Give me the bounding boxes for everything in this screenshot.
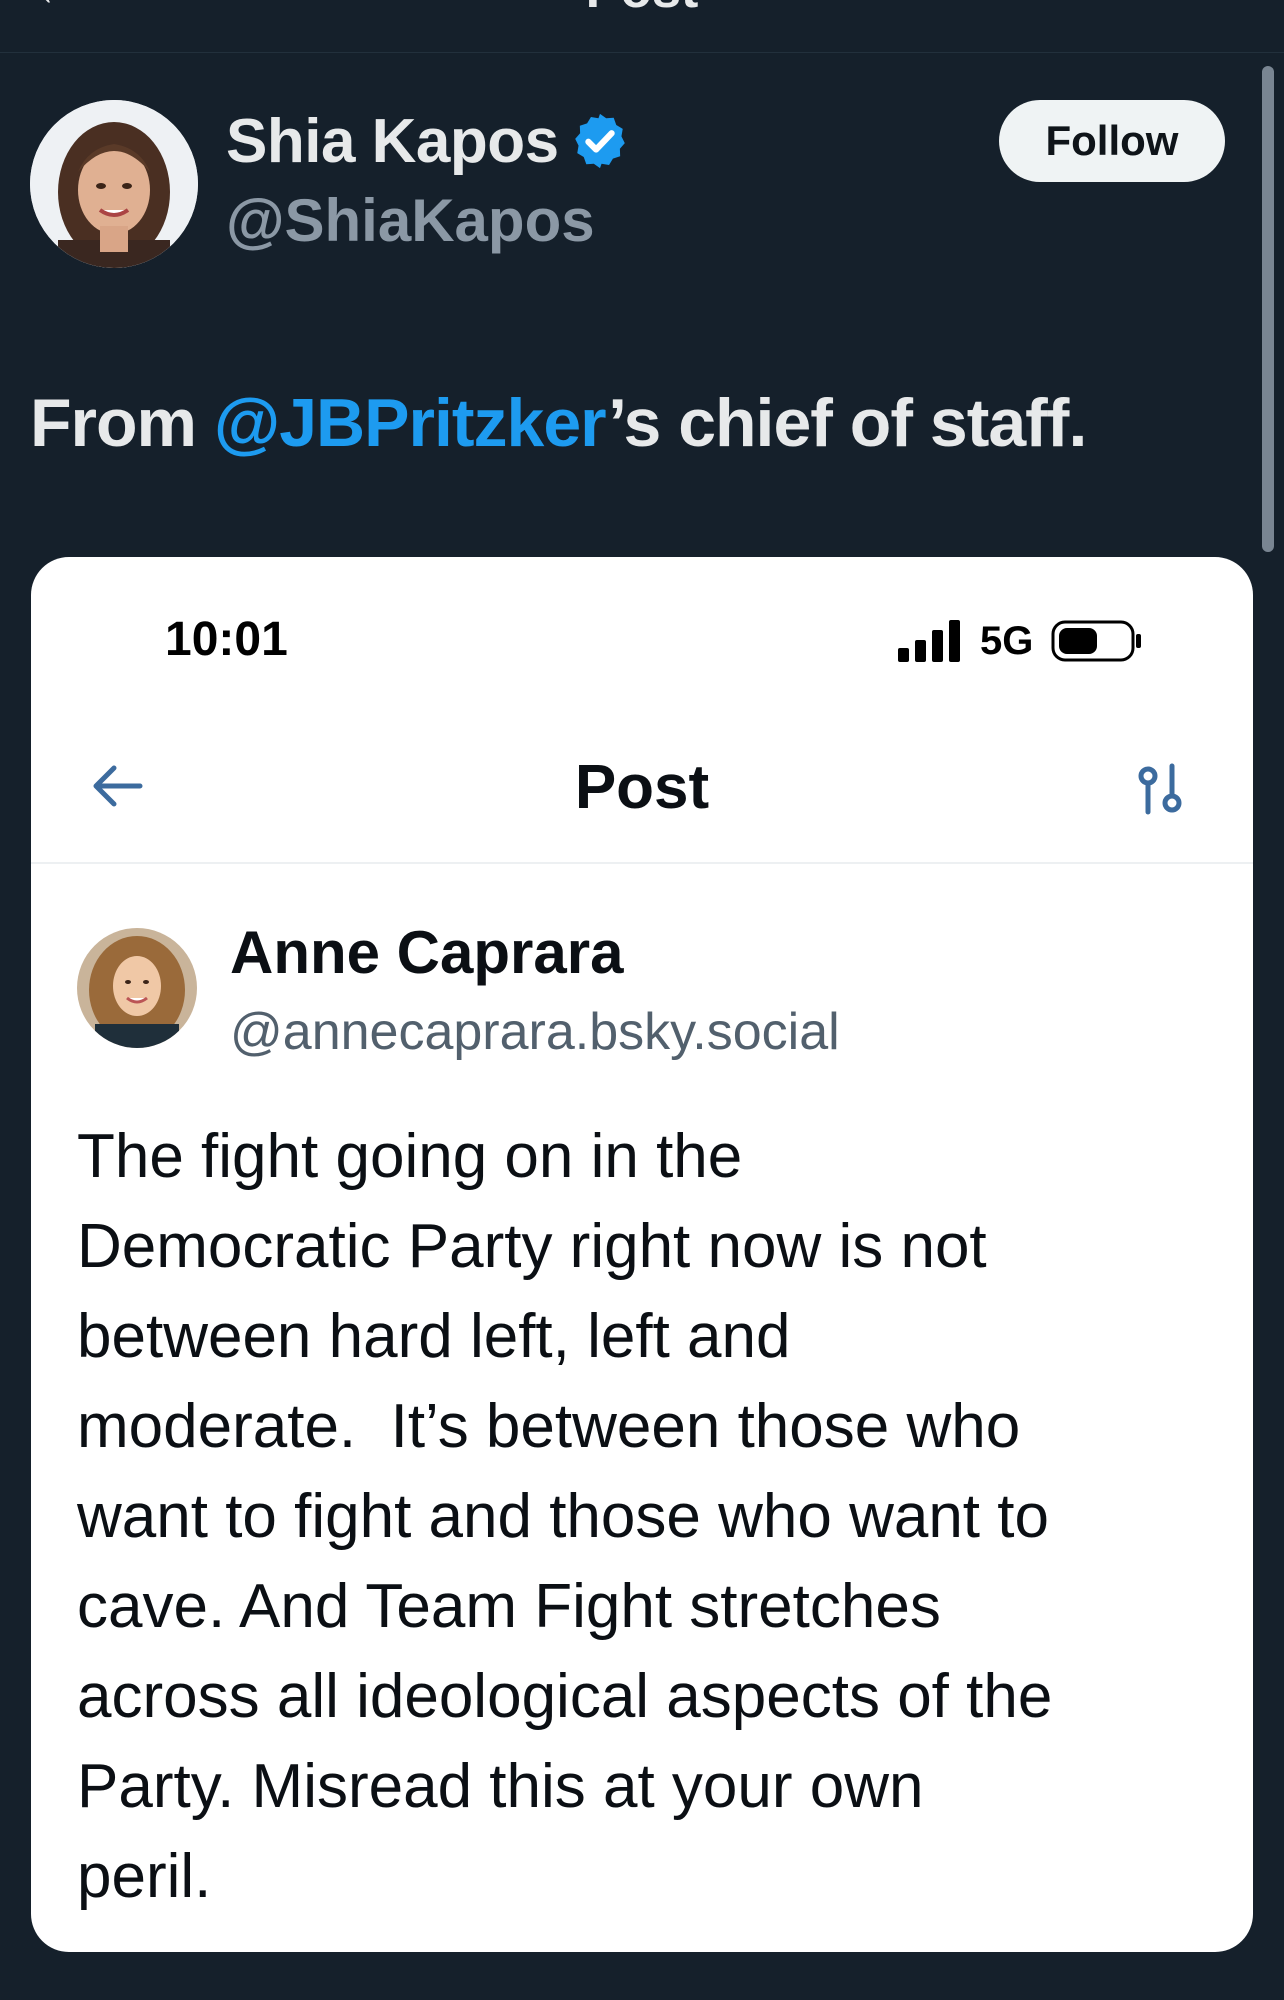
quoted-post-line: moderate. It’s between those who — [77, 1392, 1021, 1461]
author-handle[interactable]: @ShiaKapos — [226, 186, 595, 255]
quoted-post-line: Democratic Party right now is not — [77, 1212, 987, 1281]
scrollbar[interactable] — [1262, 66, 1274, 552]
quoted-post-line: The fight going on in the — [77, 1122, 743, 1191]
author-name[interactable]: Shia Kapos — [226, 106, 559, 177]
status-bar-time: 10:01 — [165, 613, 288, 666]
quoted-author-handle[interactable]: @annecaprara.bsky.social — [230, 1002, 840, 1062]
mention-link[interactable]: @JBPritzker — [214, 385, 609, 461]
verified-badge-icon — [574, 113, 625, 169]
status-bar-indicators: 5G — [898, 618, 1143, 664]
author-name-row: Shia Kapos — [226, 104, 631, 178]
quoted-post-line: cave. And Team Fight stretches — [77, 1572, 941, 1641]
quoted-post-line: want to fight and those who want to — [77, 1482, 1049, 1551]
avatar-portrait — [30, 100, 198, 268]
quoted-author-name[interactable]: Anne Caprara — [230, 918, 623, 987]
quoted-post-line: peril. — [77, 1842, 212, 1911]
author-avatar[interactable] — [30, 100, 198, 268]
top-nav-bar: ← Post — [0, 0, 1284, 53]
post-text-suffix: ’s chief of staff. — [608, 385, 1087, 461]
sliders-icon[interactable] — [1134, 762, 1186, 818]
battery-icon — [1051, 620, 1142, 662]
follow-button[interactable]: Follow — [999, 100, 1225, 182]
page-title: Post — [0, 0, 1284, 20]
quoted-author-avatar[interactable] — [77, 928, 197, 1048]
post-text-prefix: From — [30, 385, 214, 461]
embedded-nav-title: Post — [574, 753, 710, 822]
network-type-label: 5G — [980, 618, 1034, 663]
embedded-divider — [31, 862, 1253, 864]
post-text: From @JBPritzker’s chief of staff. — [30, 384, 1087, 462]
quoted-post-line: between hard left, left and — [77, 1302, 791, 1371]
quoted-post-body: The fight going on in the Democratic Par… — [77, 1112, 1237, 1922]
quoted-post-line: across all ideological aspects of the — [77, 1662, 1053, 1731]
quoted-post-line: Party. Misread this at your own — [77, 1752, 924, 1821]
quoted-avatar-portrait — [77, 928, 197, 1048]
cellular-signal-icon — [898, 620, 960, 662]
